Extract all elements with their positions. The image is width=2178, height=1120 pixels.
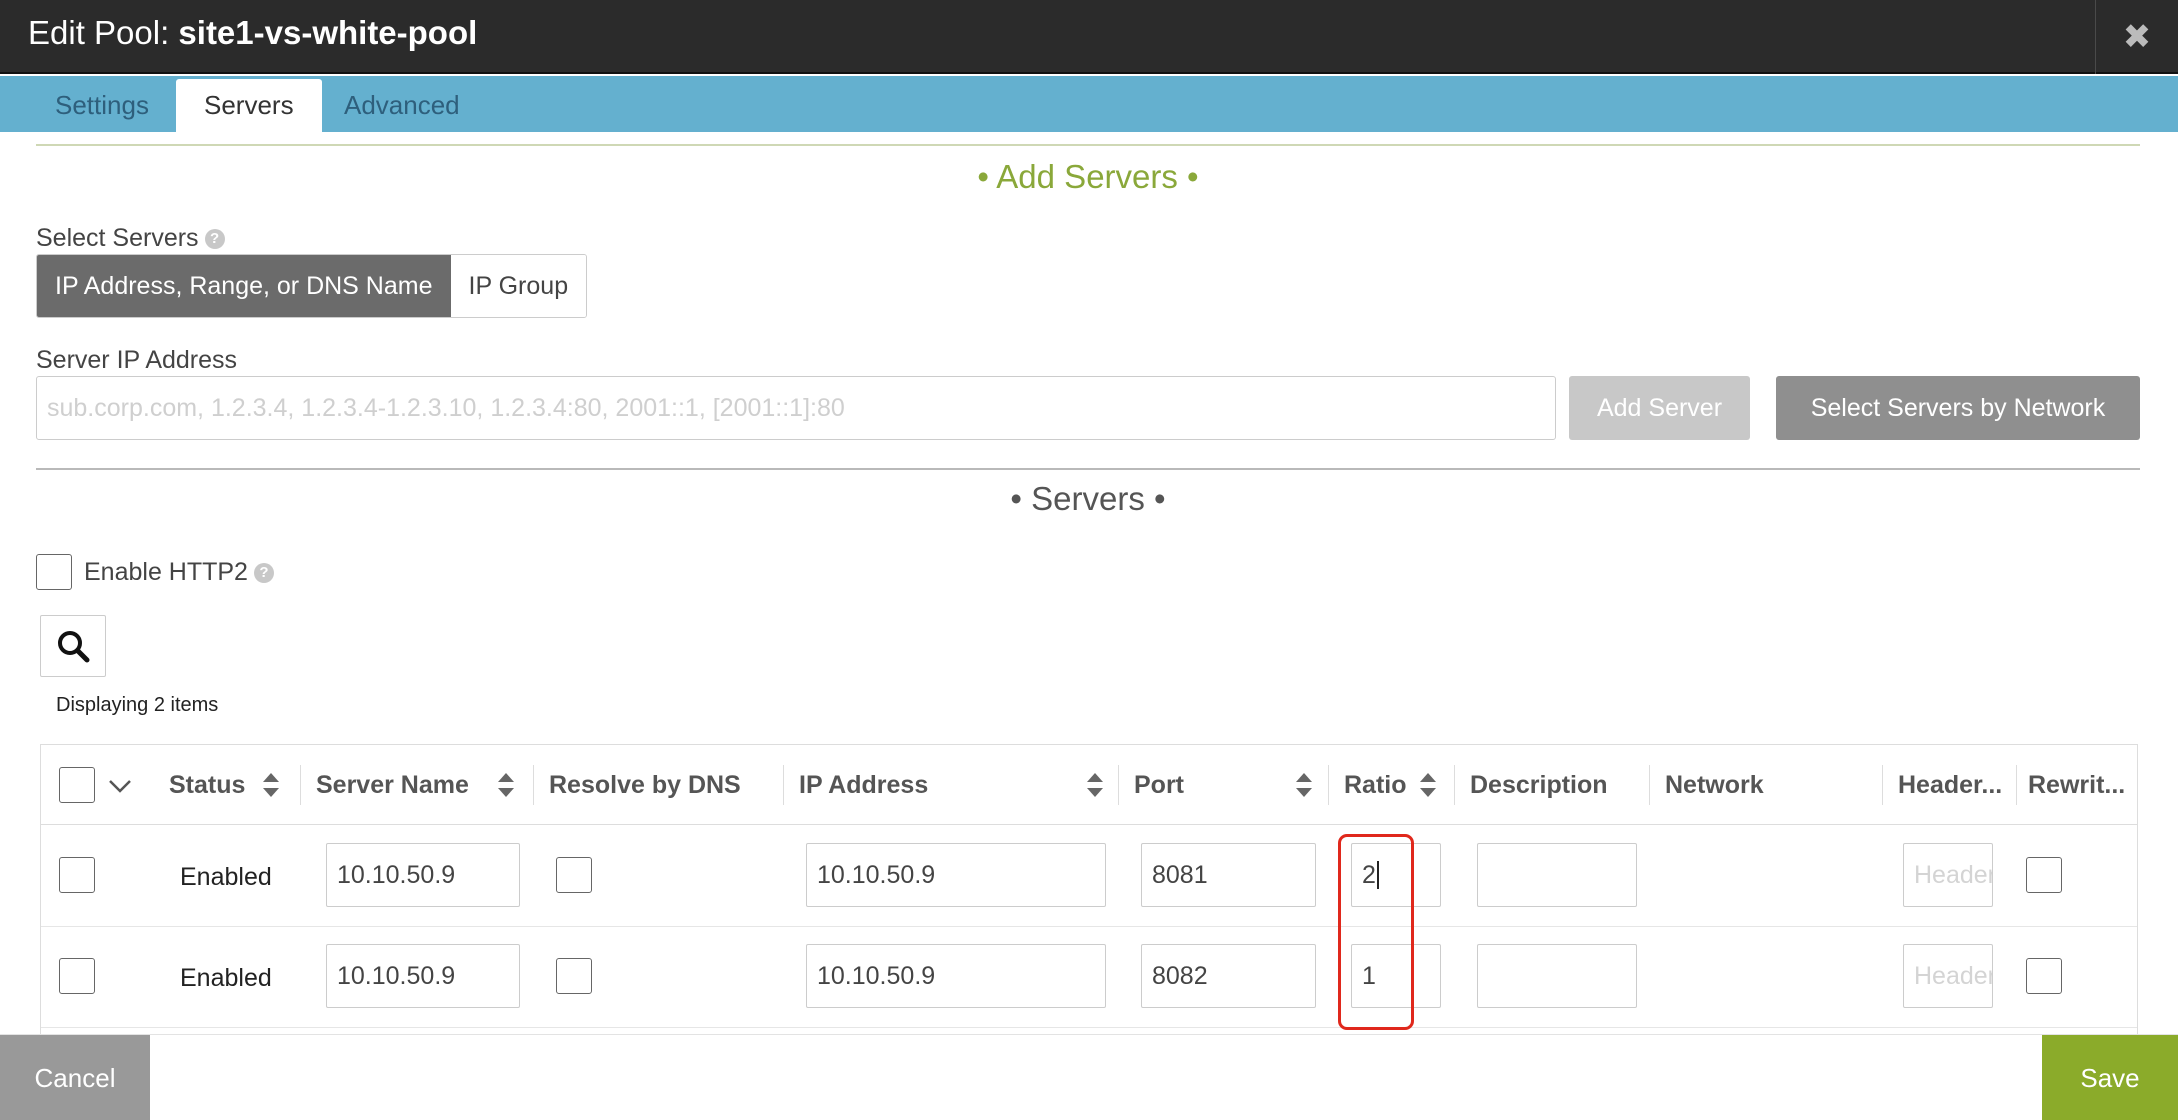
- col-divider: [1328, 765, 1329, 805]
- tab-servers[interactable]: Servers: [176, 79, 322, 132]
- description-field[interactable]: [1477, 843, 1637, 907]
- col-divider: [300, 765, 301, 805]
- select-servers-label: Select Servers?: [36, 224, 225, 253]
- table-row[interactable]: Enabled 10.10.50.9 10.10.50.9 8081 2 Hea…: [41, 826, 2137, 927]
- search-button[interactable]: [40, 615, 106, 677]
- row-checkbox[interactable]: [59, 857, 95, 893]
- description-field[interactable]: [1477, 944, 1637, 1008]
- server-name-field[interactable]: 10.10.50.9: [326, 944, 520, 1008]
- mode-ip-address[interactable]: IP Address, Range, or DNS Name: [37, 255, 451, 317]
- sort-icon[interactable]: [496, 745, 516, 825]
- enable-http2-checkbox[interactable]: [36, 554, 72, 590]
- col-rewrite[interactable]: Rewrit...: [2028, 745, 2125, 825]
- server-mode-toggle: IP Address, Range, or DNS Name IP Group: [36, 254, 588, 318]
- dialog-title: Edit Pool: site1-vs-white-pool: [28, 14, 477, 52]
- col-status[interactable]: Status: [169, 745, 245, 825]
- dialog-footer: Cancel Save: [0, 1034, 2178, 1120]
- chevron-down-icon[interactable]: [107, 777, 133, 795]
- enable-http2-label: Enable HTTP2?: [84, 558, 274, 587]
- ratio-field[interactable]: 1: [1351, 944, 1441, 1008]
- sort-icon[interactable]: [1294, 745, 1314, 825]
- rewrite-checkbox[interactable]: [2026, 857, 2062, 893]
- col-divider: [1454, 765, 1455, 805]
- enable-http2-text: Enable HTTP2: [84, 558, 248, 586]
- add-servers-rule: [36, 144, 2140, 146]
- col-resolve-dns[interactable]: Resolve by DNS: [549, 745, 741, 825]
- tab-advanced[interactable]: Advanced: [316, 79, 488, 132]
- servers-rule: [36, 468, 2140, 470]
- tab-bar: Settings Servers Advanced: [0, 76, 2178, 132]
- col-divider: [1882, 765, 1883, 805]
- add-servers-heading: • Add Servers •: [977, 158, 1199, 195]
- text-caret: [1376, 861, 1379, 889]
- save-button[interactable]: Save: [2042, 1035, 2178, 1120]
- select-servers-text: Select Servers: [36, 224, 199, 252]
- cancel-button[interactable]: Cancel: [0, 1035, 150, 1120]
- sort-icon[interactable]: [261, 745, 281, 825]
- server-ip-label: Server IP Address: [36, 346, 238, 374]
- servers-grid: Status Server Name Resolve by DNS IP Add…: [40, 744, 2138, 1034]
- col-divider: [1118, 765, 1119, 805]
- rewrite-checkbox[interactable]: [2026, 958, 2062, 994]
- mode-ip-group[interactable]: IP Group: [450, 255, 587, 317]
- table-row[interactable]: Enabled 10.10.50.9 10.10.50.9 8082 1 Hea…: [41, 927, 2137, 1028]
- select-all-checkbox[interactable]: [59, 767, 95, 803]
- col-divider: [2016, 765, 2017, 805]
- search-icon: [58, 631, 90, 663]
- resolve-dns-checkbox[interactable]: [556, 958, 592, 994]
- item-count: Displaying 2 items: [56, 694, 219, 716]
- title-prefix: Edit Pool:: [28, 14, 170, 51]
- select-by-network-button[interactable]: Select Servers by Network: [1776, 376, 2140, 440]
- help-icon[interactable]: ?: [204, 229, 225, 250]
- server-ip-input[interactable]: [36, 376, 1556, 440]
- col-divider: [783, 765, 784, 805]
- row-checkbox[interactable]: [59, 958, 95, 994]
- status-cell: Enabled: [180, 964, 272, 992]
- sort-icon[interactable]: [1418, 745, 1438, 825]
- add-server-button[interactable]: Add Server: [1569, 376, 1750, 440]
- col-divider: [533, 765, 534, 805]
- ip-address-field[interactable]: 10.10.50.9: [806, 944, 1106, 1008]
- status-cell: Enabled: [180, 863, 272, 891]
- header-field[interactable]: Header: [1903, 944, 1993, 1008]
- resolve-dns-checkbox[interactable]: [556, 857, 592, 893]
- help-icon[interactable]: ?: [253, 563, 274, 584]
- col-divider: [1649, 765, 1650, 805]
- ratio-field[interactable]: 2: [1351, 843, 1441, 907]
- tab-settings[interactable]: Settings: [27, 79, 177, 132]
- sort-icon[interactable]: [1085, 745, 1105, 825]
- col-server-name[interactable]: Server Name: [316, 745, 469, 825]
- grid-header: Status Server Name Resolve by DNS IP Add…: [41, 745, 2137, 825]
- ip-address-field[interactable]: 10.10.50.9: [806, 843, 1106, 907]
- col-description[interactable]: Description: [1470, 745, 1608, 825]
- port-field[interactable]: 8082: [1141, 944, 1316, 1008]
- ratio-value: 2: [1362, 860, 1376, 889]
- dialog-titlebar: Edit Pool: site1-vs-white-pool ✖: [0, 0, 2178, 74]
- servers-heading: • Servers •: [1010, 480, 1166, 517]
- col-ratio[interactable]: Ratio: [1344, 745, 1407, 825]
- close-icon[interactable]: ✖: [2096, 0, 2178, 74]
- col-ip-address[interactable]: IP Address: [799, 745, 928, 825]
- pool-name: site1-vs-white-pool: [178, 14, 478, 51]
- col-header[interactable]: Header...: [1898, 745, 2002, 825]
- server-name-field[interactable]: 10.10.50.9: [326, 843, 520, 907]
- port-field[interactable]: 8081: [1141, 843, 1316, 907]
- dialog-content: • Add Servers • Select Servers? IP Addre…: [0, 132, 2178, 1034]
- col-port[interactable]: Port: [1134, 745, 1184, 825]
- header-field[interactable]: Header: [1903, 843, 1993, 907]
- col-network[interactable]: Network: [1665, 745, 1764, 825]
